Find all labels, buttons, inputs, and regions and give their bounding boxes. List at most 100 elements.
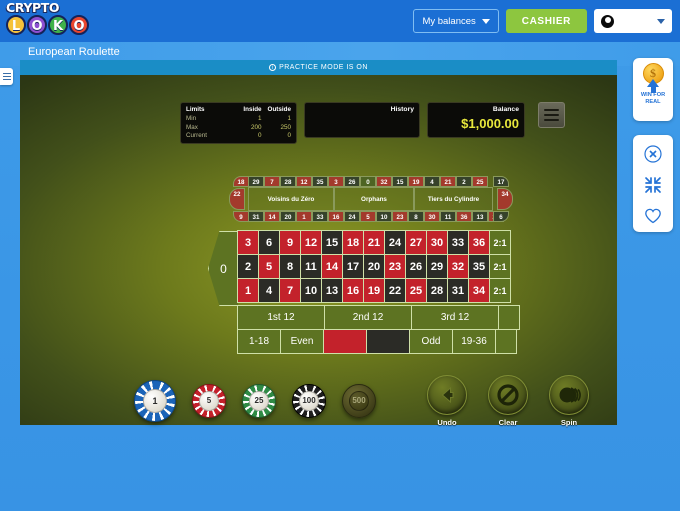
bet-cell-34[interactable]: 34 — [468, 278, 490, 303]
my-balances-button[interactable]: My balances — [413, 9, 499, 33]
close-icon[interactable] — [643, 144, 663, 164]
racetrack-number-30[interactable]: 30 — [424, 211, 440, 222]
racetrack-number-15[interactable]: 15 — [392, 176, 408, 187]
sidebar-toggle-button[interactable] — [0, 68, 13, 85]
racetrack-number-29[interactable]: 29 — [248, 176, 264, 187]
racetrack-section-tiers-du-cylindre[interactable]: Tiers du Cylindre — [414, 187, 493, 211]
racetrack-number-19[interactable]: 19 — [408, 176, 424, 187]
dozen-bet-1st-12[interactable]: 1st 12 — [237, 305, 325, 330]
racetrack-number-0[interactable]: 0 — [360, 176, 376, 187]
bet-cell-5[interactable]: 5 — [258, 254, 280, 279]
racetrack-section-voisins-du-z-ro[interactable]: Voisins du Zéro — [248, 187, 334, 211]
bet-cell-3[interactable]: 3 — [237, 230, 259, 255]
racetrack-number-25[interactable]: 25 — [472, 176, 488, 187]
bet-cell-14[interactable]: 14 — [321, 254, 343, 279]
racetrack-number-20[interactable]: 20 — [280, 211, 296, 222]
bet-cell-12[interactable]: 12 — [300, 230, 322, 255]
spin-button[interactable]: Spin — [549, 375, 589, 427]
bet-cell-31[interactable]: 31 — [447, 278, 469, 303]
chip-5[interactable]: 5 — [192, 384, 226, 418]
bet-cell-0[interactable]: 0 — [208, 231, 238, 306]
racetrack-number-31[interactable]: 31 — [248, 211, 264, 222]
racetrack-section-orphans[interactable]: Orphans — [334, 187, 414, 211]
fullscreen-collapse-icon[interactable] — [643, 175, 663, 195]
bet-cell-13[interactable]: 13 — [321, 278, 343, 303]
racetrack-number-14[interactable]: 14 — [264, 211, 280, 222]
bet-cell-11[interactable]: 11 — [300, 254, 322, 279]
bet-cell-32[interactable]: 32 — [447, 254, 469, 279]
racetrack-number-32[interactable]: 32 — [376, 176, 392, 187]
racetrack-number-10[interactable]: 10 — [376, 211, 392, 222]
racetrack-number-12[interactable]: 12 — [296, 176, 312, 187]
racetrack-number-23[interactable]: 23 — [392, 211, 408, 222]
racetrack-number-11[interactable]: 11 — [440, 211, 456, 222]
chip-100[interactable]: 100 — [292, 384, 326, 418]
racetrack-number-35[interactable]: 35 — [312, 176, 328, 187]
clear-button[interactable]: Clear — [488, 375, 528, 427]
dozen-bet-2nd-12[interactable]: 2nd 12 — [324, 305, 412, 330]
chip-25[interactable]: 25 — [242, 384, 276, 418]
bet-cell-35[interactable]: 35 — [468, 254, 490, 279]
bet-cell-9[interactable]: 9 — [279, 230, 301, 255]
racetrack-number-4[interactable]: 4 — [424, 176, 440, 187]
bet-cell-10[interactable]: 10 — [300, 278, 322, 303]
racetrack-number-36[interactable]: 36 — [456, 211, 472, 222]
bet-cell-1[interactable]: 1 — [237, 278, 259, 303]
racetrack-number-21[interactable]: 21 — [440, 176, 456, 187]
outside-bet-1-18[interactable]: 1-18 — [237, 329, 281, 354]
dozen-bet-3rd-12[interactable]: 3rd 12 — [411, 305, 499, 330]
bet-cell-36[interactable]: 36 — [468, 230, 490, 255]
racetrack-number-33[interactable]: 33 — [312, 211, 328, 222]
bet-cell-28[interactable]: 28 — [426, 278, 448, 303]
bet-cell-33[interactable]: 33 — [447, 230, 469, 255]
bet-cell-18[interactable]: 18 — [342, 230, 364, 255]
cashier-button[interactable]: CASHIER — [505, 9, 587, 33]
racetrack-number-3[interactable]: 3 — [328, 176, 344, 187]
bet-cell-26[interactable]: 26 — [405, 254, 427, 279]
column-bet-1[interactable]: 2:1 — [489, 230, 511, 255]
outside-bet-even[interactable]: Even — [280, 329, 324, 354]
racetrack-number-28[interactable]: 28 — [280, 176, 296, 187]
chip-500[interactable]: 500 — [342, 384, 376, 418]
bet-cell-20[interactable]: 20 — [363, 254, 385, 279]
bet-cell-8[interactable]: 8 — [279, 254, 301, 279]
bet-cell-7[interactable]: 7 — [279, 278, 301, 303]
racetrack-number-16[interactable]: 16 — [328, 211, 344, 222]
bet-cell-24[interactable]: 24 — [384, 230, 406, 255]
favorite-heart-icon[interactable] — [643, 206, 663, 226]
racetrack-number-2[interactable]: 2 — [456, 176, 472, 187]
undo-button[interactable]: Undo — [427, 375, 467, 427]
racetrack-number-9[interactable]: 9 — [233, 211, 249, 222]
bet-cell-22[interactable]: 22 — [384, 278, 406, 303]
racetrack-number-18[interactable]: 18 — [233, 176, 249, 187]
bet-cell-4[interactable]: 4 — [258, 278, 280, 303]
bet-cell-17[interactable]: 17 — [342, 254, 364, 279]
racetrack-number-1[interactable]: 1 — [296, 211, 312, 222]
cryptoloko-logo[interactable]: CRYPTO L O K O — [6, 1, 98, 40]
bet-cell-16[interactable]: 16 — [342, 278, 364, 303]
history-panel[interactable]: History — [304, 102, 420, 138]
racetrack-number-13[interactable]: 13 — [472, 211, 488, 222]
outside-bet-19-36[interactable]: 19-36 — [452, 329, 496, 354]
win-for-real-button[interactable]: $ WIN FOR REAL — [633, 58, 673, 121]
bet-cell-30[interactable]: 30 — [426, 230, 448, 255]
bet-cell-2[interactable]: 2 — [237, 254, 259, 279]
bet-cell-27[interactable]: 27 — [405, 230, 427, 255]
racetrack-number-7[interactable]: 7 — [264, 176, 280, 187]
racetrack-number-5[interactable]: 5 — [360, 211, 376, 222]
outside-bet-black[interactable] — [366, 329, 410, 354]
bet-cell-21[interactable]: 21 — [363, 230, 385, 255]
outside-bet-red[interactable] — [323, 329, 367, 354]
bet-cell-25[interactable]: 25 — [405, 278, 427, 303]
bet-cell-6[interactable]: 6 — [258, 230, 280, 255]
outside-bet-odd[interactable]: Odd — [409, 329, 453, 354]
column-bet-2[interactable]: 2:1 — [489, 254, 511, 279]
racetrack-number-34[interactable]: 34 — [497, 188, 513, 210]
racetrack-number-17[interactable]: 17 — [493, 176, 509, 187]
bet-cell-19[interactable]: 19 — [363, 278, 385, 303]
chip-1[interactable]: 1 — [134, 380, 176, 422]
racetrack-number-26[interactable]: 26 — [344, 176, 360, 187]
game-menu-button[interactable] — [538, 102, 565, 128]
racetrack-number-6[interactable]: 6 — [493, 211, 509, 222]
user-menu-button[interactable] — [594, 9, 672, 33]
